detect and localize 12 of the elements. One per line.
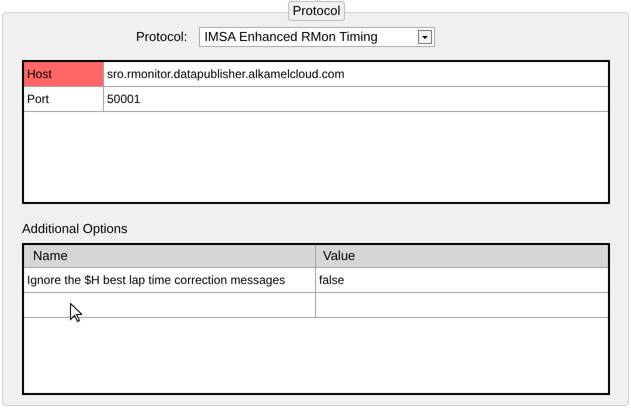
protocol-label: Protocol: — [136, 28, 188, 46]
additional-options-label: Additional Options — [22, 221, 129, 237]
option-name-cell: Ignore the $H best lap time correction messages — [24, 268, 316, 292]
column-header[interactable]: Name — [24, 245, 316, 267]
option-value-cell[interactable]: false — [316, 268, 608, 292]
property-value-cell[interactable]: 50001 — [104, 87, 608, 111]
column-header[interactable]: Value — [316, 245, 608, 267]
property-name-cell: Host — [24, 62, 104, 86]
protocol-dropdown[interactable]: IMSA Enhanced RMon Timing — [199, 27, 436, 47]
mouse-cursor-icon — [70, 303, 82, 322]
property-value-cell[interactable]: sro.rmonitor.datapublisher.alkamelcloud.com — [104, 62, 608, 86]
group-title: Protocol — [288, 1, 346, 21]
